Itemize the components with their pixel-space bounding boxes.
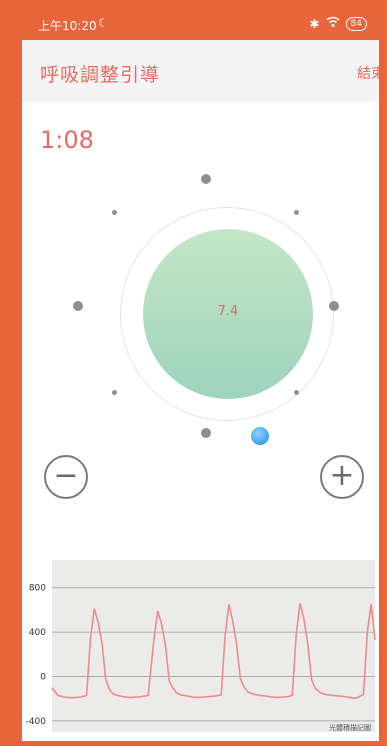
status-time: 上午10:20: [38, 19, 97, 33]
ring-dot-top-right: [294, 210, 299, 215]
ring-dot-left: [73, 301, 83, 311]
frame-edge: [379, 0, 387, 746]
status-icons: ✱ 84: [309, 16, 367, 31]
page-title: 呼吸調整引導: [40, 64, 161, 86]
y-tick-label: 0: [40, 673, 46, 683]
status-bar: 上午10:20 ☾ ✱ 84: [22, 8, 379, 40]
end-button[interactable]: 結束: [357, 63, 379, 83]
wifi-icon: [326, 16, 340, 31]
decrease-button[interactable]: −: [44, 455, 88, 499]
ring-dot-bottom-right: [294, 390, 299, 395]
y-tick-label: 400: [29, 628, 46, 638]
ring-dot-top-left: [112, 210, 117, 215]
chart-watermark: 光體積描記圖: [329, 723, 371, 732]
elapsed-timer: 1:08: [40, 126, 94, 154]
ring-dot-top: [201, 174, 211, 184]
ring-dot-bottom: [201, 428, 211, 438]
battery-indicator: 84: [345, 16, 367, 31]
ring-dot-bottom-left: [112, 390, 117, 395]
moon-icon: ☾: [98, 16, 109, 30]
app-header: 呼吸調整引導 結束: [22, 40, 379, 102]
breath-indicator-dot: [251, 427, 269, 445]
bluetooth-icon: ✱: [309, 16, 320, 31]
increase-button[interactable]: +: [320, 455, 364, 499]
ring-dot-right: [329, 301, 339, 311]
breath-rate-value: 7.4: [217, 304, 239, 319]
y-tick-label: -400: [26, 717, 47, 727]
ppg-chart: 800 400 0 -400 光體積描記圖: [26, 560, 376, 732]
y-tick-label: 800: [29, 584, 46, 594]
chart-plot-area: [52, 560, 375, 732]
